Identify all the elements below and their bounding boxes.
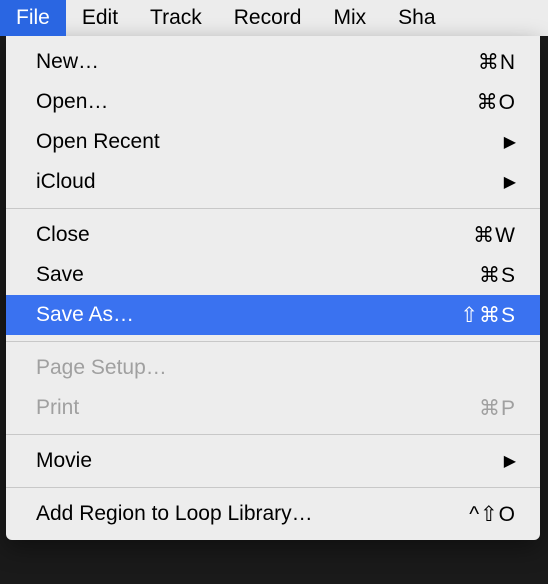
menubar-item-edit[interactable]: Edit [66,0,134,36]
menu-item-open[interactable]: Open… ⌘O [6,82,540,122]
menu-separator [6,208,540,209]
menu-item-shortcut: ⌘P [479,396,516,421]
menu-item-label: iCloud [36,170,504,194]
menu-item-new[interactable]: New… ⌘N [6,42,540,82]
menu-item-page-setup: Page Setup… [6,348,540,388]
menu-separator [6,487,540,488]
menu-item-label: Open… [36,90,477,114]
menu-item-label: New… [36,50,478,74]
menu-item-icloud[interactable]: iCloud ▶ [6,162,540,202]
menu-item-shortcut: ⌘W [473,223,516,248]
menu-item-label: Print [36,396,479,420]
menu-item-shortcut: ^⇧O [469,502,516,527]
menu-item-shortcut: ⌘S [479,263,516,288]
menu-item-save-as[interactable]: Save As… ⇧⌘S [6,295,540,335]
menu-item-shortcut: ⌘N [478,50,516,75]
menu-item-shortcut: ⇧⌘S [460,303,516,328]
menu-item-movie[interactable]: Movie ▶ [6,441,540,481]
menubar-item-share[interactable]: Sha [382,0,451,36]
menubar-item-record[interactable]: Record [218,0,318,36]
menu-item-label: Save [36,263,479,287]
menu-separator [6,341,540,342]
menu-item-add-region[interactable]: Add Region to Loop Library… ^⇧O [6,494,540,534]
menu-item-label: Movie [36,449,504,473]
menubar-item-track[interactable]: Track [134,0,218,36]
menu-item-close[interactable]: Close ⌘W [6,215,540,255]
menubar: File Edit Track Record Mix Sha [0,0,548,36]
menubar-item-mix[interactable]: Mix [317,0,382,36]
menu-item-label: Page Setup… [36,356,516,380]
menu-item-open-recent[interactable]: Open Recent ▶ [6,122,540,162]
menu-item-print: Print ⌘P [6,388,540,428]
menu-separator [6,434,540,435]
chevron-right-icon: ▶ [504,451,516,471]
chevron-right-icon: ▶ [504,132,516,152]
file-menu-dropdown: New… ⌘N Open… ⌘O Open Recent ▶ iCloud ▶ … [6,36,540,540]
menubar-item-file[interactable]: File [0,0,66,36]
menu-item-label: Open Recent [36,130,504,154]
menu-item-shortcut: ⌘O [477,90,516,115]
menu-item-label: Save As… [36,303,460,327]
menu-item-label: Close [36,223,473,247]
menu-item-save[interactable]: Save ⌘S [6,255,540,295]
chevron-right-icon: ▶ [504,172,516,192]
menu-item-label: Add Region to Loop Library… [36,502,469,526]
